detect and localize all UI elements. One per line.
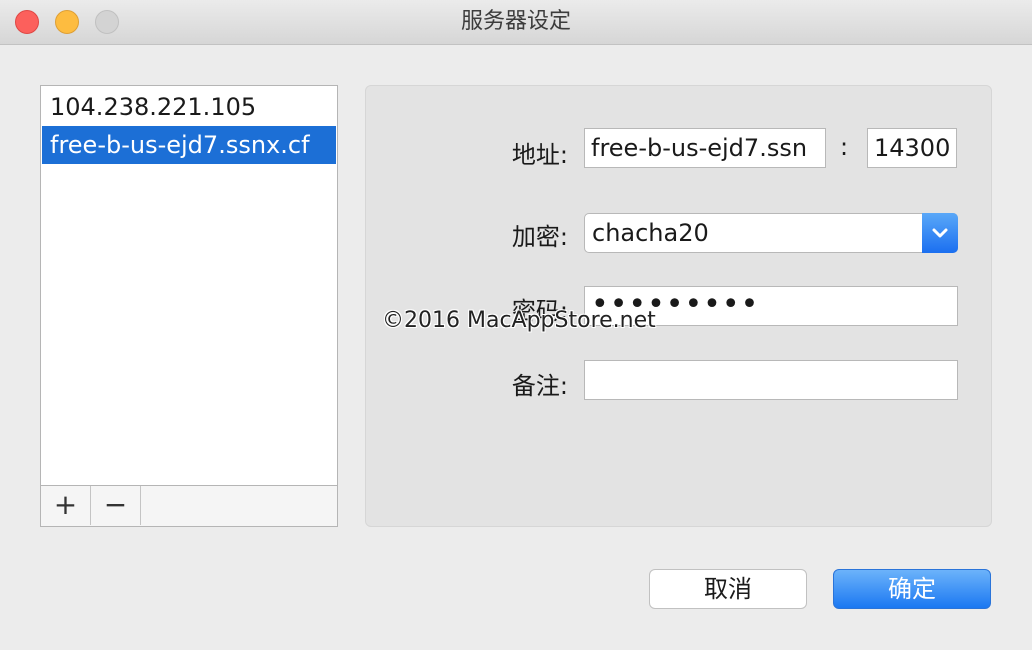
minus-icon: −	[103, 488, 128, 521]
confirm-button[interactable]: 确定	[833, 569, 991, 609]
title-bar: 服务器设定	[0, 0, 1032, 45]
port-separator: :	[840, 133, 849, 161]
encryption-label: 加密:	[511, 223, 568, 251]
encryption-select[interactable]: chacha20	[584, 213, 958, 253]
server-settings-window: 服务器设定 104.238.221.105 free-b-us-ejd7.ssn…	[0, 0, 1032, 650]
server-list: 104.238.221.105 free-b-us-ejd7.ssnx.cf +…	[40, 85, 338, 527]
remove-server-button[interactable]: −	[91, 486, 141, 525]
encryption-value: chacha20	[592, 219, 709, 247]
window-title: 服务器设定	[460, 9, 571, 34]
address-label: 地址:	[511, 141, 568, 169]
chevron-down-icon	[922, 213, 958, 253]
port-field[interactable]: 14300	[867, 128, 957, 168]
remark-field[interactable]	[584, 360, 958, 400]
server-list-item[interactable]: 104.238.221.105	[42, 88, 336, 126]
watermark-text: ©2016 MacAppStore.net	[382, 308, 656, 333]
plus-icon: +	[53, 488, 78, 521]
server-settings-panel: 地址: free-b-us-ejd7.ssn : 14300 加密: chach…	[365, 85, 992, 527]
remark-label: 备注:	[511, 372, 568, 400]
server-list-toolbar: + −	[41, 485, 337, 526]
add-server-button[interactable]: +	[41, 486, 91, 525]
server-list-item-selected[interactable]: free-b-us-ejd7.ssnx.cf	[42, 126, 336, 164]
address-field[interactable]: free-b-us-ejd7.ssn	[584, 128, 826, 168]
cancel-button[interactable]: 取消	[649, 569, 807, 609]
